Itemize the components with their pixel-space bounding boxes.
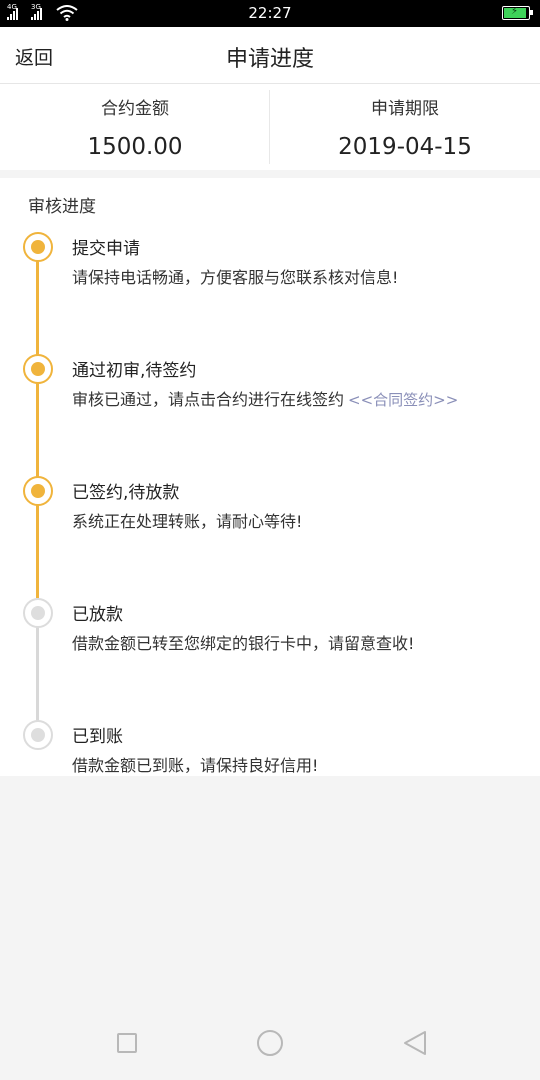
amount-column: 合约金额 1500.00: [0, 84, 270, 170]
step-title: 通过初审,待签约: [72, 361, 197, 381]
nav-bar: [0, 1010, 540, 1080]
step-done-dot-icon: [23, 476, 53, 506]
header: 返回 申请进度: [0, 27, 540, 84]
date-column: 申请期限 2019-04-15: [270, 84, 540, 170]
step-title: 已放款: [72, 605, 123, 625]
timeline-step: 提交申请 请保持电话畅通，方便客服与您联系核对信息!: [0, 230, 540, 290]
step-pending-dot-icon: [23, 720, 53, 750]
step-desc: 借款金额已转至您绑定的银行卡中，请留意查收!: [72, 634, 415, 653]
step-done-dot-icon: [23, 232, 53, 262]
step-pending-dot-icon: [23, 598, 53, 628]
date-value: 2019-04-15: [338, 134, 472, 160]
step-title: 已到账: [72, 727, 123, 747]
back-triangle-icon[interactable]: [403, 1030, 427, 1056]
timeline-step: 已签约,待放款 系统正在处理转账，请耐心等待!: [0, 474, 540, 534]
step-desc: 借款金额已到账，请保持良好信用!: [72, 756, 319, 775]
summary-panel: 合约金额 1500.00 申请期限 2019-04-15: [0, 84, 540, 170]
amount-value: 1500.00: [87, 134, 183, 160]
contract-sign-link[interactable]: <<合同签约>>: [348, 391, 458, 409]
section-title: 审核进度: [28, 197, 96, 217]
recent-apps-icon[interactable]: [117, 1033, 137, 1053]
progress-panel: 审核进度 提交申请 请保持电话畅通，方便客服与您联系核对信息! 通过初审,待签约…: [0, 178, 540, 776]
step-desc: 系统正在处理转账，请耐心等待!: [72, 512, 303, 531]
step-desc: 请保持电话畅通，方便客服与您联系核对信息!: [72, 268, 399, 287]
step-done-dot-icon: [23, 354, 53, 384]
step-desc-wrap: 审核已通过，请点击合约进行在线签约 <<合同签约>>: [72, 386, 458, 410]
timeline-line-done: [36, 258, 39, 598]
home-icon[interactable]: [257, 1030, 283, 1056]
date-label: 申请期限: [371, 99, 439, 119]
step-title: 已签约,待放款: [72, 483, 180, 503]
battery-charging-icon: ⚡: [502, 6, 533, 20]
status-bar: 4G 3G 22:27 ⚡: [0, 0, 540, 27]
page-title: 申请进度: [225, 47, 314, 72]
clock: 22:27: [248, 4, 292, 22]
timeline-step: 通过初审,待签约 审核已通过，请点击合约进行在线签约 <<合同签约>>: [0, 352, 540, 412]
step-desc: 审核已通过，请点击合约进行在线签约: [72, 390, 345, 409]
timeline-step: 已到账 借款金额已到账，请保持良好信用!: [0, 718, 540, 778]
amount-label: 合约金额: [101, 99, 169, 119]
timeline-step: 已放款 借款金额已转至您绑定的银行卡中，请留意查收!: [0, 596, 540, 656]
step-title: 提交申请: [72, 239, 140, 259]
